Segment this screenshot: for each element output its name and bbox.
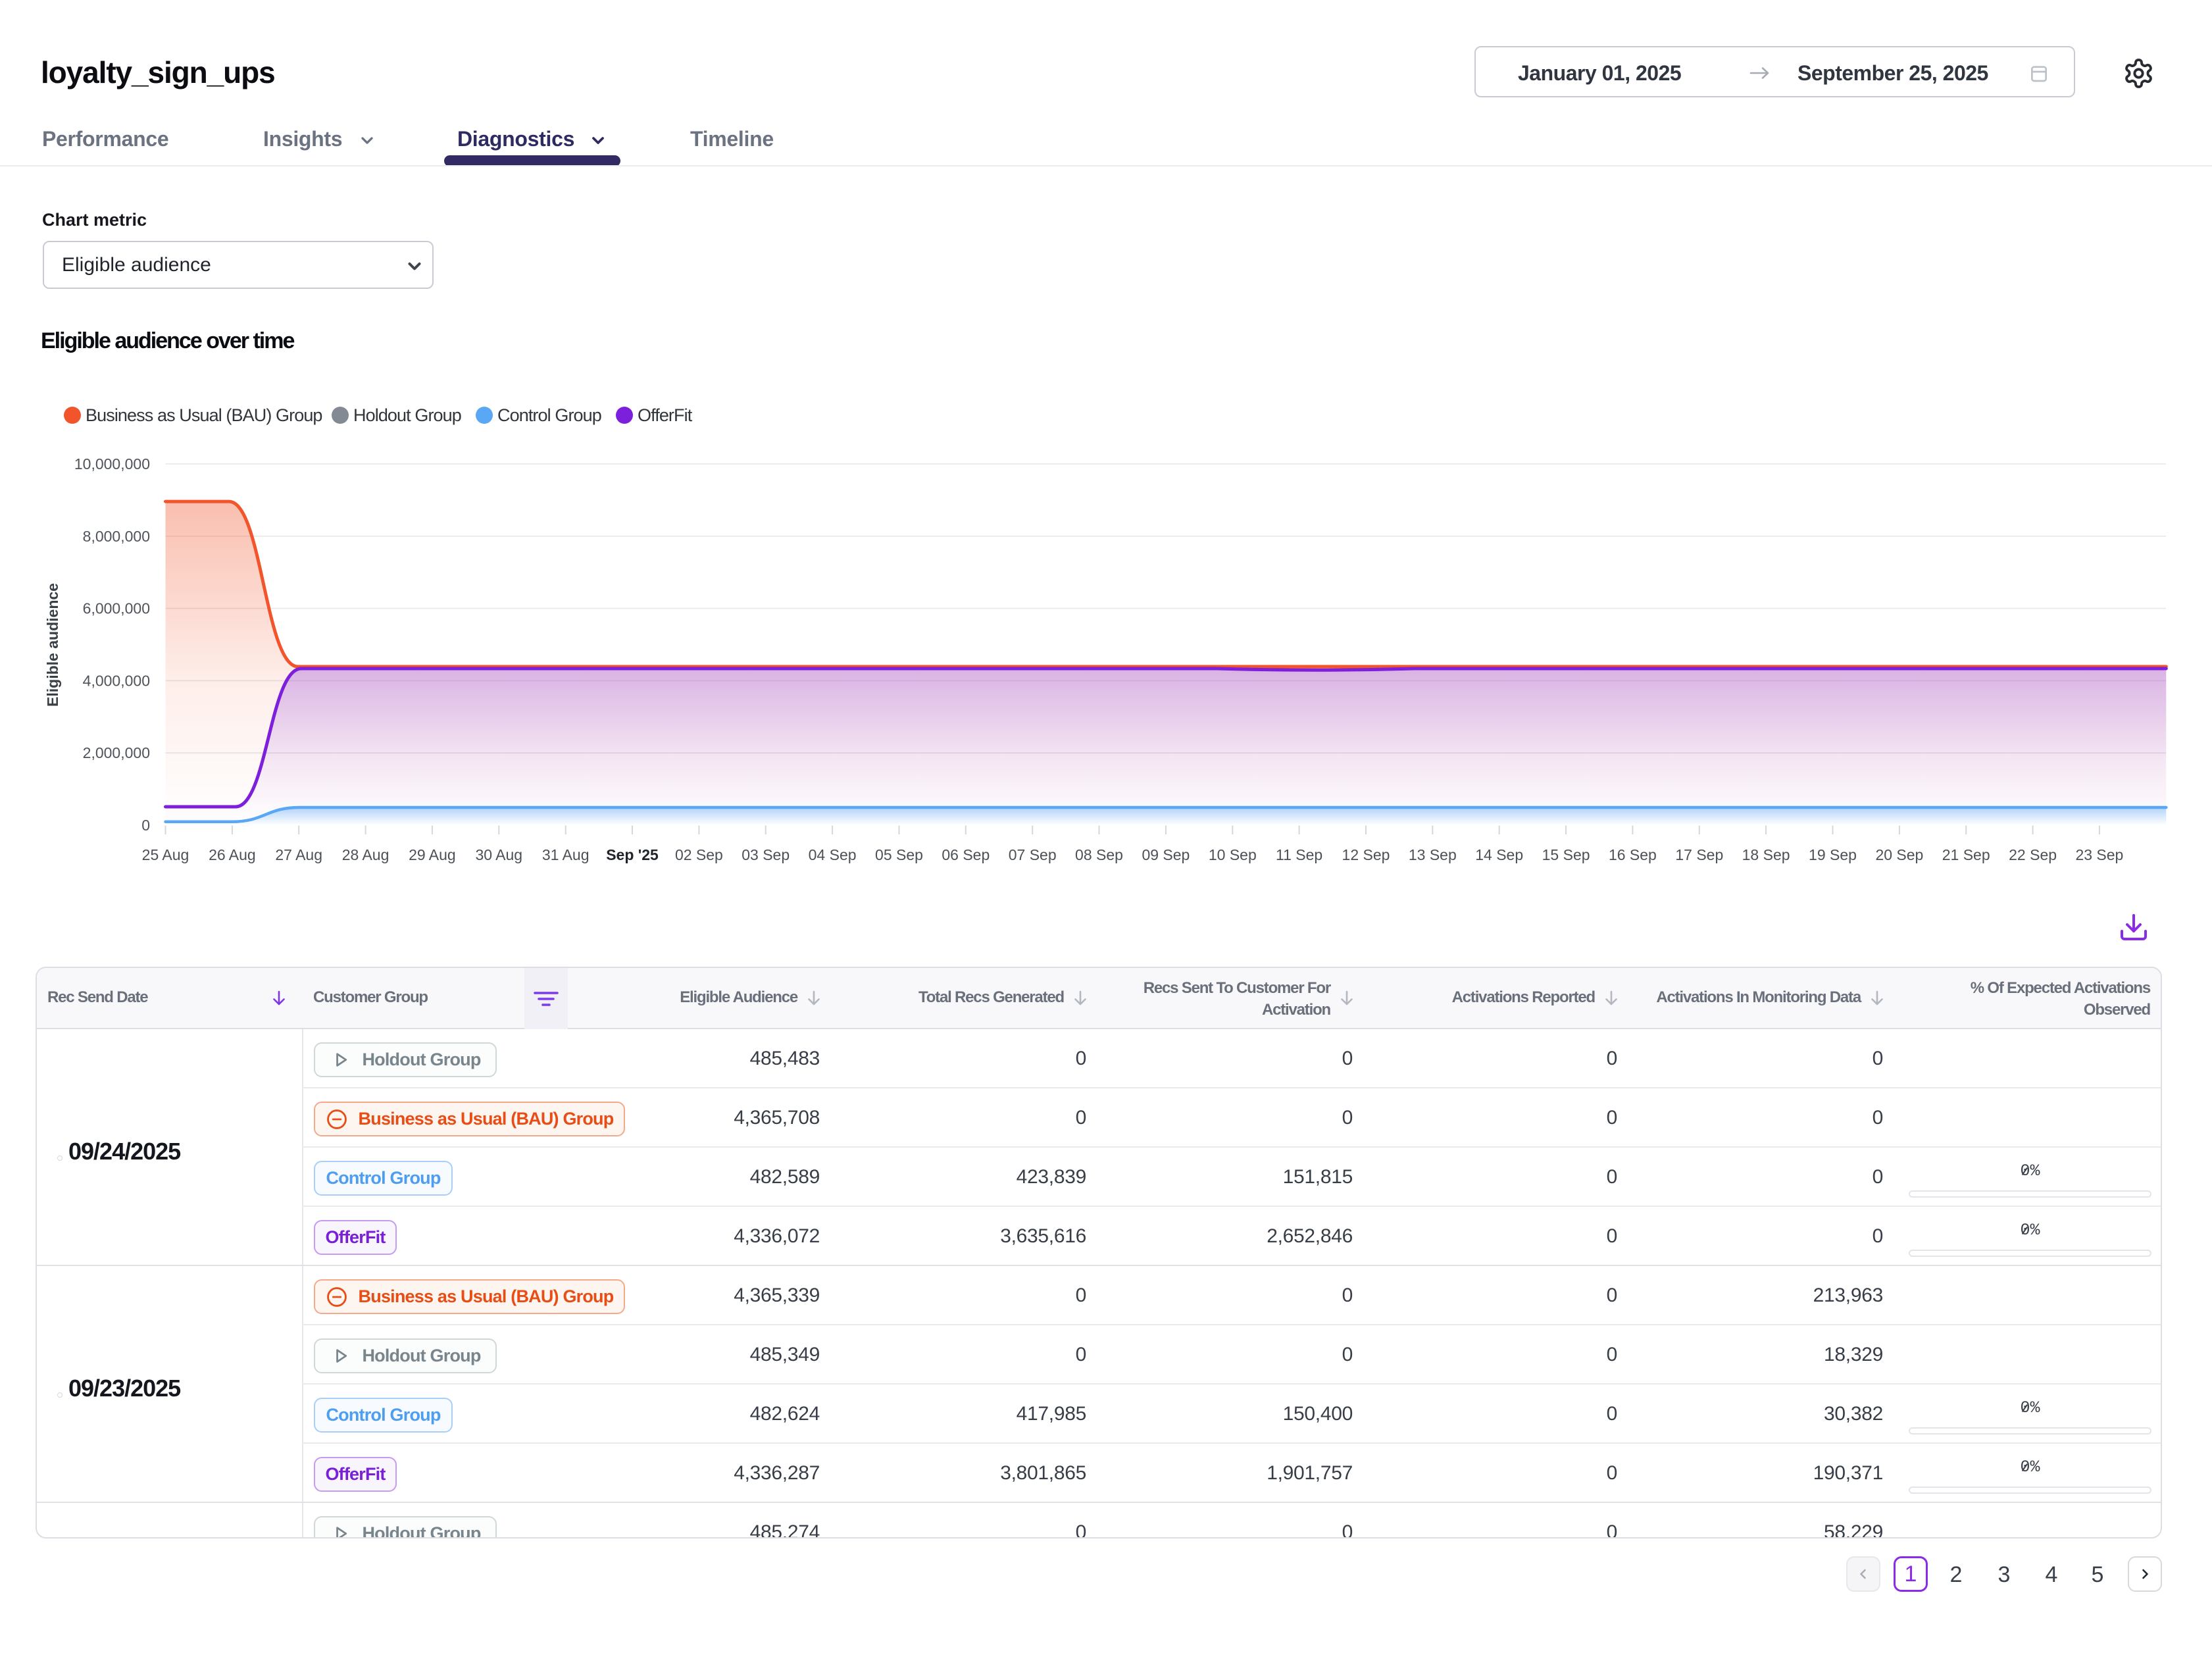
svg-text:15 Sep: 15 Sep (1542, 846, 1590, 863)
svg-text:11 Sep: 11 Sep (1276, 846, 1322, 863)
svg-text:06 Sep: 06 Sep (942, 846, 990, 863)
svg-text:12 Sep: 12 Sep (1342, 846, 1390, 863)
svg-text:20 Sep: 20 Sep (1875, 846, 1923, 863)
svg-text:8,000,000: 8,000,000 (83, 528, 150, 545)
svg-text:13 Sep: 13 Sep (1409, 846, 1457, 863)
svg-text:23 Sep: 23 Sep (2075, 846, 2123, 863)
svg-text:30 Aug: 30 Aug (475, 846, 522, 863)
svg-text:28 Aug: 28 Aug (342, 846, 390, 863)
svg-text:6,000,000: 6,000,000 (83, 600, 150, 617)
svg-text:04 Sep: 04 Sep (809, 846, 857, 863)
svg-text:03 Sep: 03 Sep (742, 846, 790, 863)
svg-text:31 Aug: 31 Aug (542, 846, 590, 863)
svg-text:14 Sep: 14 Sep (1475, 846, 1523, 863)
svg-text:2,000,000: 2,000,000 (83, 744, 150, 761)
svg-text:Sep '25: Sep '25 (606, 846, 659, 863)
svg-text:22 Sep: 22 Sep (2009, 846, 2057, 863)
svg-text:07 Sep: 07 Sep (1009, 846, 1057, 863)
svg-text:08 Sep: 08 Sep (1075, 846, 1123, 863)
svg-text:Eligible audience: Eligible audience (44, 583, 61, 707)
svg-text:26 Aug: 26 Aug (209, 846, 256, 863)
svg-text:10,000,000: 10,000,000 (74, 455, 150, 472)
svg-text:09 Sep: 09 Sep (1142, 846, 1190, 863)
svg-text:4,000,000: 4,000,000 (83, 672, 150, 689)
svg-text:02 Sep: 02 Sep (675, 846, 723, 863)
svg-text:16 Sep: 16 Sep (1609, 846, 1657, 863)
svg-text:21 Sep: 21 Sep (1942, 846, 1990, 863)
svg-text:0: 0 (141, 817, 150, 834)
svg-text:27 Aug: 27 Aug (275, 846, 322, 863)
svg-text:29 Aug: 29 Aug (409, 846, 456, 863)
svg-text:25 Aug: 25 Aug (142, 846, 189, 863)
svg-text:19 Sep: 19 Sep (1809, 846, 1857, 863)
svg-text:18 Sep: 18 Sep (1742, 846, 1790, 863)
svg-text:10 Sep: 10 Sep (1209, 846, 1257, 863)
svg-text:17 Sep: 17 Sep (1675, 846, 1723, 863)
svg-text:05 Sep: 05 Sep (875, 846, 923, 863)
